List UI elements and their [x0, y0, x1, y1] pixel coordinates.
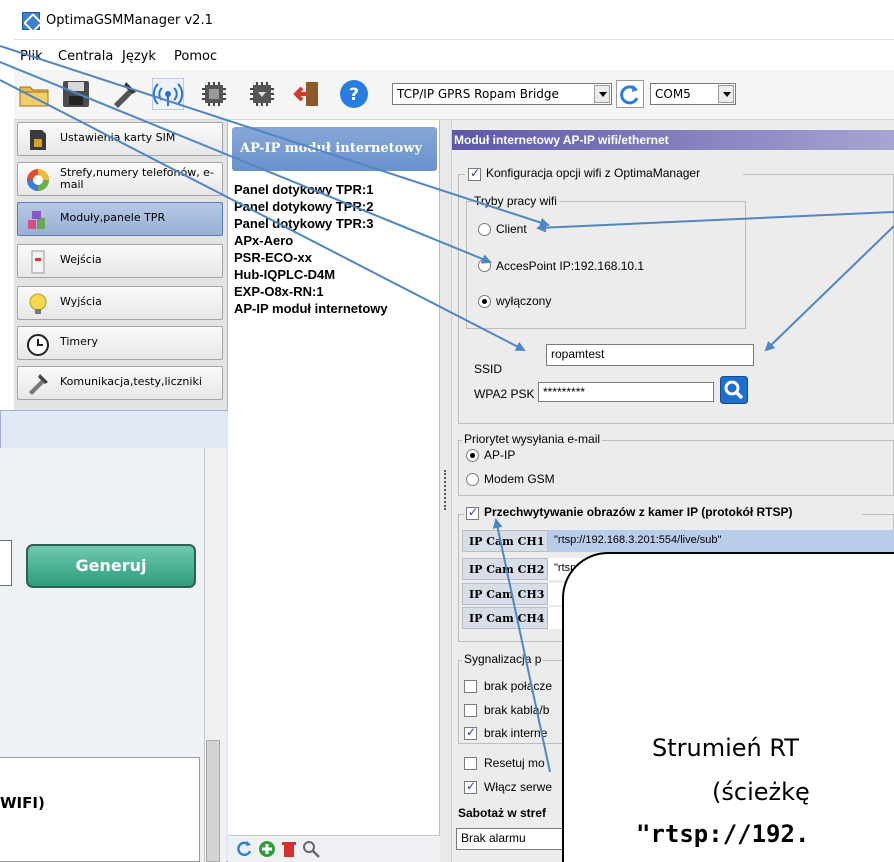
- signal-no-internet-label: brak interne: [484, 726, 548, 740]
- sidebar-item-communication[interactable]: Komunikacja,testy,liczniki: [17, 366, 223, 400]
- chevron-down-icon[interactable]: [718, 85, 734, 103]
- wifi-config-label: Konfiguracja opcji wifi z OptimaManager: [486, 166, 701, 180]
- email-priority-gsm-label: Modem GSM: [484, 472, 555, 486]
- sidebar-item-inputs[interactable]: Wejścia: [17, 244, 223, 278]
- wifi-config-checkbox[interactable]: [468, 166, 481, 181]
- signal-icon[interactable]: [152, 78, 184, 110]
- wifi-mode-off-label: wyłączony: [496, 294, 552, 308]
- sabotage-label: Sabotaż w stref: [458, 806, 547, 820]
- clock-icon: [27, 334, 49, 356]
- menu-jezyk[interactable]: Język: [122, 49, 156, 64]
- port-select[interactable]: COM5: [650, 83, 736, 105]
- sidebar-item-outputs[interactable]: Wyjścia: [17, 286, 223, 320]
- generate-button[interactable]: Generuj: [26, 544, 196, 588]
- module-item-apx-aero[interactable]: APx-Aero: [234, 233, 293, 248]
- zones-icon: [27, 169, 49, 191]
- module-item-tpr2[interactable]: Panel dotykowy TPR:2: [234, 199, 373, 214]
- wifi-mode-off-radio[interactable]: [478, 295, 491, 308]
- wifi-modes-title: Tryby pracy wifi: [472, 194, 559, 208]
- tools-icon: [29, 374, 48, 395]
- signal-no-connection-label: brak połącze: [484, 679, 553, 693]
- splitter-grip[interactable]: [444, 470, 447, 510]
- trash-icon[interactable]: [280, 840, 298, 858]
- chip-read-icon[interactable]: [198, 78, 230, 110]
- email-priority-group: [458, 440, 894, 496]
- menu-centrala[interactable]: Centrala: [58, 49, 113, 64]
- enable-server-checkbox[interactable]: [464, 779, 477, 794]
- wifi-mode-client-label: Client: [496, 222, 527, 236]
- generator-input[interactable]: [0, 540, 12, 586]
- module-item-hub-iqplc[interactable]: Hub-IQPLC-D4M: [234, 267, 335, 282]
- sim-card-icon: [30, 130, 46, 150]
- email-priority-gsm-radio[interactable]: [466, 473, 479, 486]
- generator-scrollbar-thumb[interactable]: [206, 740, 220, 862]
- connection-type-select[interactable]: TCP/IP GPRS Ropam Bridge: [392, 83, 612, 105]
- cam-row[interactable]: IP Cam CH1 "rtsp://192.168.3.201:554/live…: [462, 530, 894, 552]
- wifi-mode-ap-radio[interactable]: [478, 259, 491, 272]
- window-title: OptimaGSMManager v2.1: [46, 13, 213, 28]
- outputs-icon: [29, 293, 47, 314]
- module-item-tpr1[interactable]: Panel dotykowy TPR:1: [234, 182, 373, 197]
- sidebar-item-zones[interactable]: Strefy,numery telefonów, e-mail: [17, 162, 223, 196]
- reset-module-label: Resetuj mo: [484, 756, 545, 770]
- generator-wifi-text: WIFI): [0, 794, 45, 812]
- refresh-icon[interactable]: [236, 840, 254, 858]
- wifi-mode-client-radio[interactable]: [478, 223, 491, 236]
- modules-icon: [28, 211, 45, 229]
- save-icon[interactable]: [60, 78, 92, 110]
- signal-no-cable-label: brak kabla/b: [484, 703, 550, 717]
- tools-icon[interactable]: [108, 78, 140, 110]
- module-item-exp-o8x[interactable]: EXP-O8x-RN:1: [234, 284, 324, 299]
- inputs-icon: [31, 250, 45, 274]
- wifi-mode-ap-label: AccesPoint IP:192.168.10.1: [496, 259, 645, 273]
- refresh-icon[interactable]: [616, 80, 644, 108]
- callout-line-2: (ścieżkę: [712, 778, 810, 806]
- email-priority-apip-radio[interactable]: [466, 449, 479, 462]
- signal-no-cable-checkbox[interactable]: [464, 704, 477, 717]
- signal-no-connection-checkbox[interactable]: [464, 680, 477, 693]
- module-item-ap-ip[interactable]: AP-IP moduł internetowy: [234, 301, 388, 316]
- ssid-label: SSID: [474, 362, 503, 376]
- menu-pomoc[interactable]: Pomoc: [174, 49, 217, 64]
- module-list-header[interactable]: AP-IP moduł internetowy: [232, 127, 437, 171]
- panel-header: Moduł internetowy AP-IP wifi/ethernet: [452, 130, 894, 150]
- annotation-callout: [562, 552, 894, 862]
- rtsp-label: Przechwytywanie obrazów z kamer IP (prot…: [484, 505, 793, 519]
- ssid-input[interactable]: ropamtest: [546, 344, 754, 366]
- search-icon[interactable]: [302, 840, 320, 858]
- folder-icon[interactable]: [18, 78, 50, 110]
- help-icon[interactable]: ?: [338, 78, 370, 110]
- search-icon[interactable]: [720, 376, 748, 404]
- psk-input[interactable]: *********: [538, 382, 714, 402]
- email-priority-title: Priorytet wysyłania e-mail: [462, 432, 603, 446]
- module-item-psr-eco[interactable]: PSR-ECO-xx: [234, 250, 312, 265]
- sidebar-item-sim[interactable]: Ustawienia karty SIM: [17, 122, 223, 156]
- reset-module-checkbox[interactable]: [464, 757, 477, 770]
- sidebar-item-modules[interactable]: Moduły,panele TPR: [17, 202, 223, 236]
- chevron-down-icon[interactable]: [594, 85, 610, 103]
- app-logo-icon: [22, 12, 40, 30]
- svg-text:?: ?: [349, 85, 359, 105]
- enable-server-label: Włącz serwe: [484, 780, 553, 794]
- signal-title: Sygnalizacja p: [462, 652, 544, 666]
- signal-no-internet-checkbox[interactable]: [464, 725, 477, 740]
- module-item-tpr3[interactable]: Panel dotykowy TPR:3: [234, 216, 373, 231]
- sidebar-item-timers[interactable]: Timery: [17, 326, 223, 360]
- menu-plik[interactable]: Plik: [20, 49, 43, 64]
- psk-label: WPA2 PSK: [474, 387, 535, 401]
- rtsp-checkbox[interactable]: [466, 505, 479, 520]
- add-icon[interactable]: [258, 840, 276, 858]
- callout-line-1: Strumień RT: [652, 734, 799, 762]
- callout-line-3: "rtsp://192.: [636, 820, 810, 848]
- email-priority-apip-label: AP-IP: [484, 448, 516, 462]
- module-list: [228, 120, 440, 862]
- exit-icon[interactable]: [292, 78, 324, 110]
- chip-write-icon[interactable]: [246, 78, 278, 110]
